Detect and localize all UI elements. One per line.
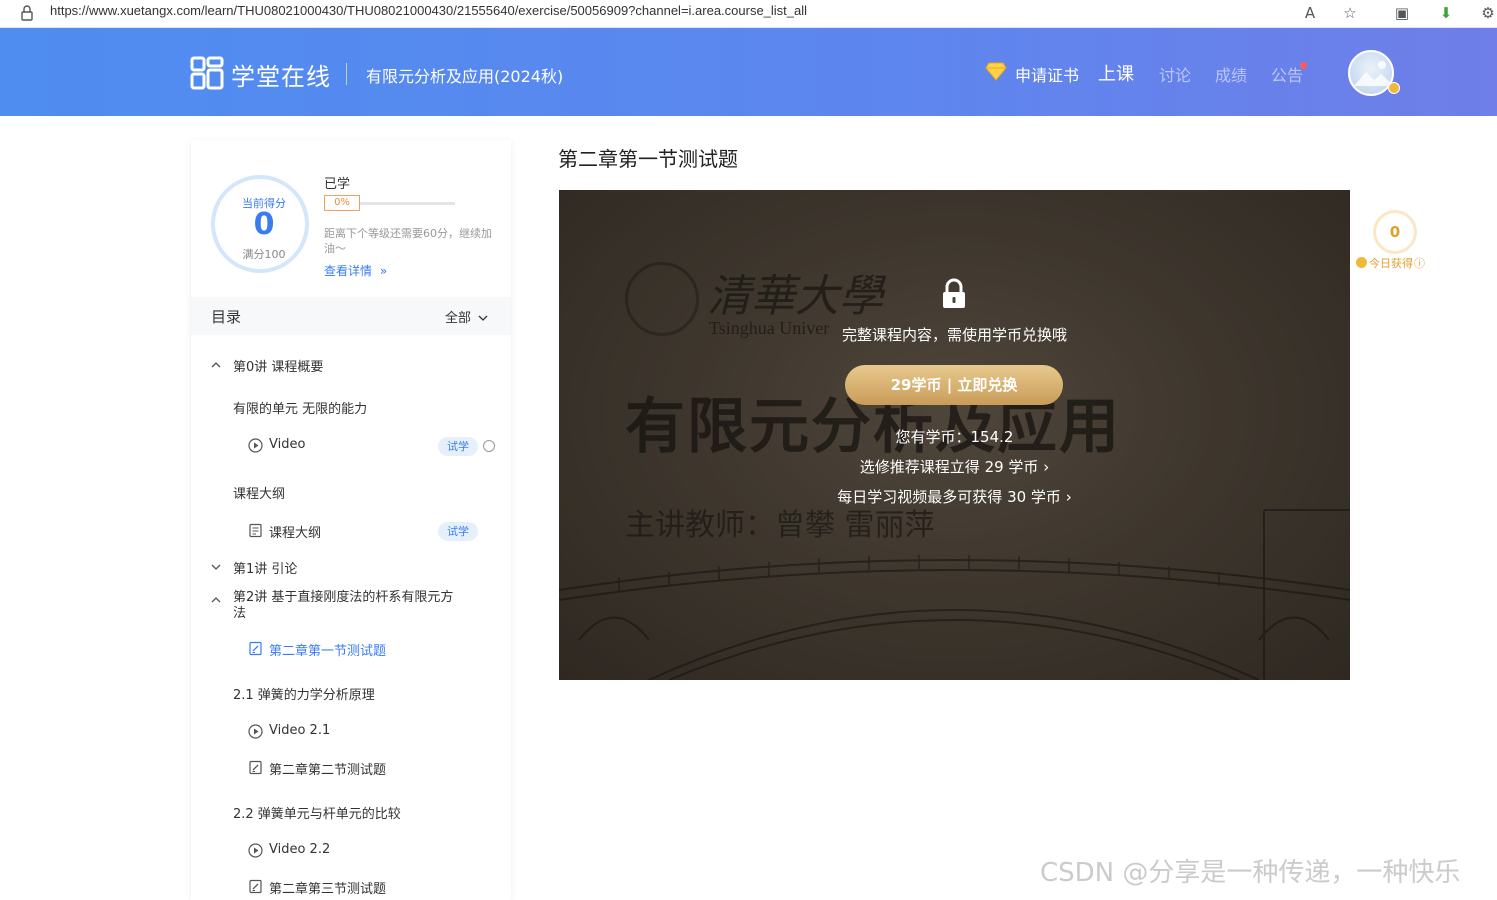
nav-apply-certificate[interactable]: 申请证书 [1015,62,1079,86]
score-ring: 当前得分 0 满分100 [211,175,309,273]
logo-text[interactable]: 学堂在线 [231,57,331,92]
trial-badge: 试学 [438,522,478,541]
chevron-up-icon[interactable] [211,360,221,370]
toc-section-2-1[interactable]: 2.1 弹簧的力学分析原理 [233,684,375,703]
level-hint: 距离下个等级还需要60分，继续加油～ [324,227,492,255]
nav-discussion[interactable]: 讨论 [1159,62,1191,86]
play-icon [248,438,263,453]
nav-notice[interactable]: 公告 [1271,62,1303,86]
exercise-icon [249,641,262,656]
learned-label: 已学 [324,177,351,192]
toc-leaf-video-2-2[interactable]: Video 2.2 [269,842,330,857]
nav-class[interactable]: 上课 [1098,60,1134,86]
toc-leaf-video-2-1[interactable]: Video 2.1 [269,723,330,738]
chevron-up-icon[interactable] [211,595,221,605]
exercise-icon [249,760,262,775]
site-header: 学堂在线 有限元分析及应用(2024秋) 申请证书 上课 讨论 成绩 公告 [0,28,1497,116]
lock-icon [943,278,965,308]
daily-coins-link[interactable]: 每日学习视频最多可获得 30 学币 › [559,486,1350,507]
lock-icon [21,5,33,21]
toc-section-unit[interactable]: 有限的单元 无限的能力 [233,398,367,417]
today-coins-ring[interactable]: 0 [1373,210,1417,254]
course-title: 有限元分析及应用(2024秋) [366,67,564,86]
toc-leaf-active-exercise[interactable]: 第二章第一节测试题 [269,640,386,659]
toc-section-2-2[interactable]: 2.2 弹簧单元与杆单元的比较 [233,803,401,822]
toc-leaf-exercise-3[interactable]: 第二章第三节测试题 [269,878,386,897]
vip-badge-icon [1388,82,1400,94]
coin-icon [1356,257,1367,268]
daily-coins-label: 每日学习视频最多可获得 30 学币 [837,488,1061,506]
help-icon[interactable]: ⓘ [1414,257,1425,270]
nav-grades[interactable]: 成绩 [1215,62,1247,86]
toc-leaf-video[interactable]: Video [269,437,305,452]
read-aloud-icon[interactable]: A [1300,3,1320,23]
elective-coins-link[interactable]: 选修推荐课程立得 29 学币 › [559,456,1350,477]
page-title: 第二章第一节测试题 [558,147,738,171]
favorite-star-icon[interactable]: ☆ [1340,3,1360,23]
toc-section-syllabus[interactable]: 课程大纲 [233,483,285,502]
toc-chapter-2[interactable]: 第2讲 基于直接刚度法的杆系有限元方法 [233,590,465,622]
trial-badge: 试学 [438,437,478,456]
url-field[interactable]: https://www.xuetangx.com/learn/THU080210… [50,3,807,18]
elective-coins-label: 选修推荐课程立得 29 学币 [859,458,1039,476]
toc-leaf-exercise-2[interactable]: 第二章第二节测试题 [269,759,386,778]
view-details-link[interactable]: 查看详情 » [324,262,387,279]
user-avatar[interactable] [1348,50,1394,96]
today-coins-label: 今日获得ⓘ [1356,255,1425,271]
lock-message: 完整课程内容，需使用学币兑换哦 [841,326,1067,344]
toc-filter-label: 全部 [445,311,472,326]
toc-chapter-0[interactable]: 第0讲 课程概要 [233,356,323,375]
settings-icon[interactable]: ⚙ [1478,3,1497,23]
redeem-button[interactable]: 29学币 | 立即兑换 [845,365,1063,405]
chevron-right-icon: › [1043,458,1050,476]
csdn-watermark: CSDN @分享是一种传递，一种快乐 [1040,858,1461,888]
chevron-down-icon [478,315,488,321]
completion-circle-icon [483,440,495,452]
today-coins-text: 今日获得 [1369,257,1413,270]
browser-address-bar: https://www.xuetangx.com/learn/THU080210… [0,0,1497,28]
extension-icon[interactable]: ▣ [1392,3,1412,23]
play-icon [248,724,263,739]
xuetang-logo-icon[interactable] [190,56,224,90]
double-chevron-right-icon: » [379,264,388,278]
play-icon [248,843,263,858]
toc-chapter-1[interactable]: 第1讲 引论 [233,558,297,577]
chevron-down-icon[interactable] [211,562,221,572]
chevron-right-icon: › [1065,488,1072,506]
coin-balance: 您有学币：154.2 [895,428,1014,446]
document-icon [249,523,262,538]
score-value: 0 [253,207,275,242]
locked-video-panel: 清華大學 Tsinghua Univer 有限元分析及应用 主讲教师：曾攀 雷丽… [559,190,1350,680]
toc-filter-dropdown[interactable]: 全部 [445,307,488,326]
progress-percent: 0% [324,195,360,211]
exercise-icon [249,879,262,894]
toc-leaf-syllabus[interactable]: 课程大纲 [269,522,321,541]
notice-badge [1300,62,1307,69]
course-sidebar: 当前得分 0 满分100 已学 0% 距离下个等级还需要60分，继续加油～ 查看… [191,140,511,900]
download-arrow-icon[interactable]: ⬇ [1436,3,1456,23]
view-details-label: 查看详情 [324,264,373,278]
toc-header: 目录 全部 [191,297,511,335]
diamond-icon [985,62,1007,81]
header-divider [346,63,347,85]
score-full: 满分100 [242,248,286,261]
toc-title: 目录 [211,308,242,326]
